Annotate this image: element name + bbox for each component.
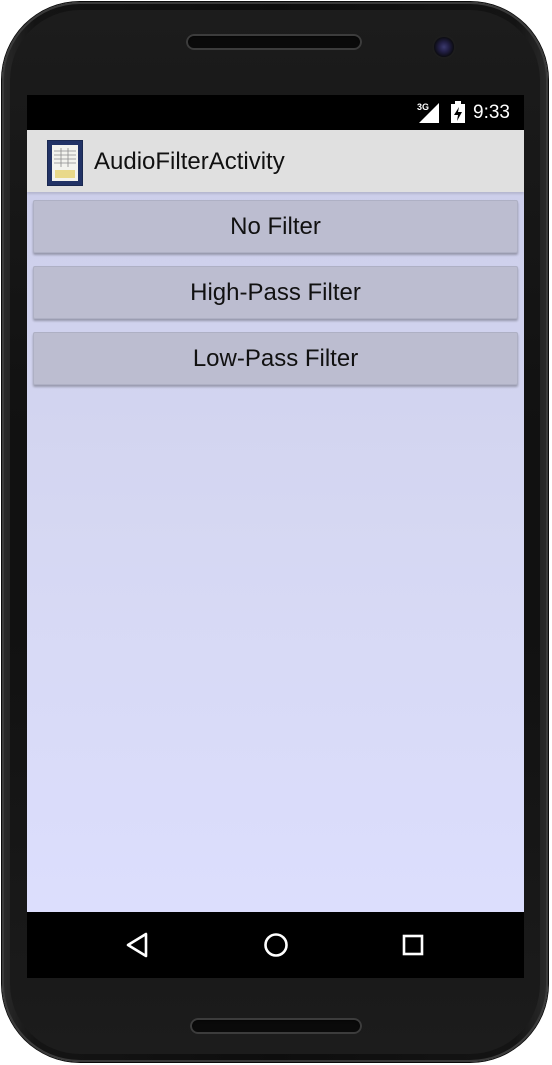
- app-title: AudioFilterActivity: [94, 148, 285, 175]
- status-time: 9:33: [473, 102, 510, 123]
- document-icon: [52, 145, 78, 181]
- back-triangle-icon[interactable]: [124, 931, 152, 959]
- device-screen: 3G 9:33 AudioFilterActivity No Filter Hi…: [27, 95, 524, 978]
- app-document-icon: [47, 140, 83, 186]
- no-filter-button[interactable]: No Filter: [33, 200, 518, 253]
- high-pass-filter-button[interactable]: High-Pass Filter: [33, 266, 518, 319]
- recents-square-icon[interactable]: [399, 931, 427, 959]
- action-bar: AudioFilterActivity: [27, 130, 524, 192]
- signal-icon: 3G: [417, 102, 439, 123]
- status-bar: 3G 9:33: [27, 95, 524, 130]
- home-circle-icon[interactable]: [262, 931, 290, 959]
- network-type-label: 3G: [417, 102, 429, 112]
- low-pass-filter-button[interactable]: Low-Pass Filter: [33, 332, 518, 385]
- battery-charging-icon: [451, 101, 465, 123]
- top-speaker-grille: [186, 34, 362, 50]
- bottom-speaker-grille: [190, 1018, 362, 1034]
- content-area: No Filter High-Pass Filter Low-Pass Filt…: [27, 192, 524, 912]
- front-camera: [434, 37, 454, 57]
- navigation-bar: [27, 912, 524, 978]
